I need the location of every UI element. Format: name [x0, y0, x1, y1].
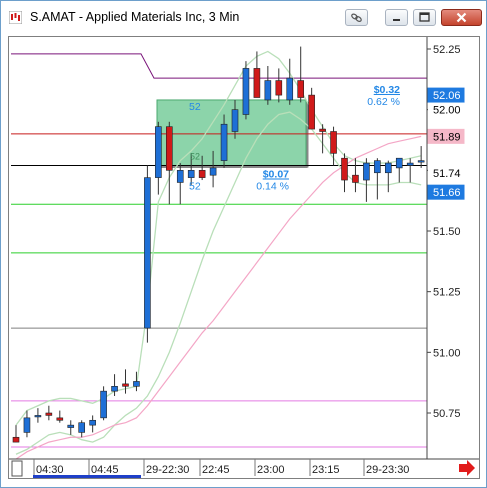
restore-icon — [419, 12, 430, 22]
candle-body[interactable] — [363, 162, 370, 181]
price-label: 51.89 — [433, 131, 461, 143]
price-label: 52.00 — [433, 105, 461, 117]
x-tick-label: 29-22:30 — [146, 464, 189, 476]
link-icon — [351, 13, 362, 22]
lower-change-label: $0.07 — [263, 168, 289, 180]
candle-body[interactable] — [319, 128, 326, 132]
candle-body[interactable] — [122, 383, 129, 387]
candle-body[interactable] — [67, 424, 75, 428]
candle-body[interactable] — [330, 131, 337, 154]
candle-body[interactable] — [352, 174, 359, 183]
x-tick-label: 23:00 — [257, 464, 285, 476]
candle-body[interactable] — [308, 94, 315, 130]
candle-body[interactable] — [12, 436, 20, 443]
candle-body[interactable] — [144, 177, 151, 329]
position-box-entry-label: 52 — [189, 180, 201, 192]
chart-area[interactable]: 52 52 52 $0.320.62 % $0.070.14 % 52.25 52.00 51… — [8, 36, 480, 479]
candle-body[interactable] — [100, 390, 107, 419]
candle-body[interactable] — [187, 170, 195, 178]
candle-body[interactable] — [231, 109, 239, 132]
upper-pct-label: 0.62 % — [367, 96, 400, 108]
candle-body[interactable] — [374, 160, 381, 174]
candle-body[interactable] — [297, 80, 305, 98]
candle-body[interactable] — [264, 80, 272, 101]
y-tick-label: 51.25 — [433, 287, 461, 299]
upper-change-label: $0.32 — [374, 84, 400, 96]
candle-body[interactable] — [34, 415, 42, 418]
price-label: 51.74 — [433, 168, 461, 180]
y-tick-label: 50.75 — [433, 408, 461, 420]
candle-body[interactable] — [417, 160, 425, 163]
price-label: 52.06 — [433, 90, 461, 102]
candle-body[interactable] — [286, 77, 294, 101]
candle-body[interactable] — [406, 162, 414, 166]
chart-window: S.AMAT - Applied Materials Inc, 3 Min 52… — [0, 0, 487, 488]
minimize-button[interactable] — [385, 9, 408, 26]
close-icon — [456, 12, 467, 23]
y-tick-label: 51.50 — [433, 226, 461, 238]
position-box-mid-label: 52 — [190, 151, 200, 161]
x-tick-label: 04:45 — [91, 464, 119, 476]
link-button[interactable] — [345, 9, 368, 26]
candle-body[interactable] — [384, 162, 392, 174]
candle-body[interactable] — [23, 417, 31, 433]
candle-body[interactable] — [133, 381, 140, 387]
candle-body[interactable] — [395, 157, 403, 169]
minimize-icon — [393, 19, 400, 21]
restore-button[interactable] — [413, 9, 436, 26]
candle-body[interactable] — [341, 157, 348, 181]
candle-body[interactable] — [176, 170, 184, 183]
candle-body[interactable] — [45, 412, 53, 416]
x-tick-label: 22:45 — [202, 464, 230, 476]
position-box[interactable] — [156, 99, 307, 166]
y-tick-label: 52.25 — [433, 44, 461, 56]
x-tick-label: 23:15 — [312, 464, 340, 476]
x-tick-label: 29-23:30 — [366, 464, 409, 476]
candle-body[interactable] — [242, 68, 250, 115]
candle-body[interactable] — [253, 68, 261, 98]
price-label: 51.66 — [433, 187, 461, 199]
scroll-handle[interactable] — [11, 460, 23, 477]
candle-body[interactable] — [89, 419, 96, 426]
y-tick-label: 51.00 — [433, 347, 461, 359]
x-tick-label: 04:30 — [36, 464, 64, 476]
price-chart[interactable]: 52 52 52 $0.320.62 % $0.070.14 % 52.25 52.00 51… — [9, 37, 479, 478]
close-button[interactable] — [441, 9, 482, 26]
app-icon — [9, 11, 22, 24]
lower-pct-label: 0.14 % — [256, 180, 289, 192]
candle-body[interactable] — [56, 417, 64, 421]
candle-body[interactable] — [209, 167, 217, 176]
candle-body[interactable] — [198, 170, 206, 178]
title-bar[interactable]: S.AMAT - Applied Materials Inc, 3 Min — [1, 1, 486, 31]
candle-body[interactable] — [78, 422, 85, 433]
candle-body[interactable] — [166, 126, 173, 171]
window-title: S.AMAT - Applied Materials Inc, 3 Min — [30, 10, 240, 24]
candle-body[interactable] — [275, 80, 283, 96]
candle-body[interactable] — [155, 126, 162, 178]
position-box-entry-label: 52 — [189, 101, 201, 113]
candle-body[interactable] — [220, 123, 228, 161]
candle-body[interactable] — [111, 386, 118, 392]
time-range-bar — [33, 475, 141, 478]
